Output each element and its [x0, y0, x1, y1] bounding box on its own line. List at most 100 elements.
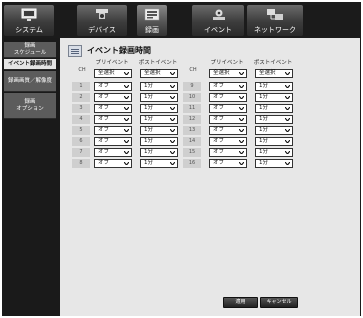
- chevron-down-icon: [285, 151, 290, 154]
- pre-event-dropdown[interactable]: オフ: [209, 104, 247, 113]
- chevron-down-icon: [239, 72, 244, 75]
- dropdown-value: オフ: [213, 160, 225, 166]
- top-menu-bar: システム デバイス 録画 イベント ネットワーク: [2, 2, 361, 38]
- pre-event-dropdown[interactable]: オフ: [209, 126, 247, 135]
- table-row: 14 オフ 1分: [60, 137, 360, 146]
- post-event-dropdown[interactable]: 1分: [255, 137, 293, 146]
- dropdown-value: オフ: [213, 83, 225, 89]
- camera-icon: [96, 9, 108, 19]
- tab-label: イベント: [204, 26, 232, 34]
- tab-event[interactable]: イベント: [192, 5, 244, 36]
- dropdown-value: 1分: [259, 127, 268, 133]
- main-panel: イベント録画時間 CH プリイベント ポストイベント 全選択 全選択 CH プリ…: [60, 38, 360, 316]
- sidebar-item-record-schedule[interactable]: 録画 スケジュール: [4, 42, 56, 58]
- table-row: 10 オフ 1分: [60, 93, 360, 102]
- apply-button[interactable]: 適用: [223, 297, 258, 308]
- dropdown-value: 1分: [259, 160, 268, 166]
- chevron-down-icon: [239, 85, 244, 88]
- table-row: 16 オフ 1分: [60, 159, 360, 168]
- sidebar: 録画 スケジュール イベント録画時間 録画画質／解像度 録画 オプション: [2, 38, 58, 316]
- pre-event-all-dropdown[interactable]: 全選択: [209, 69, 247, 78]
- post-event-header: ポストイベント: [138, 60, 178, 66]
- dropdown-value: 1分: [259, 149, 268, 155]
- post-event-dropdown[interactable]: 1分: [255, 93, 293, 102]
- sidebar-item-record-option[interactable]: 録画 オプション: [4, 93, 56, 119]
- dvr-settings-window: システム デバイス 録画 イベント ネットワーク 録画 スケジュール イベント録…: [2, 2, 361, 316]
- dropdown-value: 全選択: [98, 70, 115, 76]
- tab-label: システム: [15, 26, 43, 34]
- chevron-down-icon: [285, 140, 290, 143]
- dropdown-value: オフ: [213, 149, 225, 155]
- chevron-down-icon: [124, 72, 129, 75]
- channel-number: 9: [183, 82, 201, 91]
- channel-number: 13: [183, 126, 201, 135]
- chevron-down-icon: [239, 107, 244, 110]
- sidebar-item-event-record-time[interactable]: イベント録画時間: [4, 59, 56, 70]
- dropdown-value: オフ: [213, 116, 225, 122]
- chevron-down-icon: [239, 162, 244, 165]
- dropdown-value: オフ: [213, 127, 225, 133]
- table-row: 9 オフ 1分: [60, 82, 360, 91]
- tab-system[interactable]: システム: [4, 5, 54, 36]
- channel-number: 11: [183, 104, 201, 113]
- chevron-down-icon: [239, 118, 244, 121]
- table-row: 15 オフ 1分: [60, 148, 360, 157]
- chevron-down-icon: [239, 151, 244, 154]
- dropdown-value: オフ: [213, 138, 225, 144]
- recorder-icon: [144, 8, 160, 21]
- tab-device[interactable]: デバイス: [77, 5, 127, 36]
- pre-event-dropdown[interactable]: オフ: [209, 82, 247, 91]
- post-event-dropdown[interactable]: 1分: [255, 148, 293, 157]
- pre-event-dropdown[interactable]: オフ: [209, 115, 247, 124]
- chevron-down-icon: [285, 85, 290, 88]
- tab-record[interactable]: 録画: [137, 5, 167, 36]
- table-row: 13 オフ 1分: [60, 126, 360, 135]
- chevron-down-icon: [239, 96, 244, 99]
- chevron-down-icon: [239, 140, 244, 143]
- pre-event-dropdown[interactable]: オフ: [209, 159, 247, 168]
- post-event-dropdown[interactable]: 1分: [255, 82, 293, 91]
- dropdown-value: 全選択: [144, 70, 161, 76]
- dropdown-value: オフ: [213, 105, 225, 111]
- dropdown-value: 1分: [259, 105, 268, 111]
- pre-event-header: プリイベント: [95, 60, 129, 66]
- post-event-header: ポストイベント: [253, 60, 293, 66]
- chevron-down-icon: [239, 129, 244, 132]
- chevron-down-icon: [285, 129, 290, 132]
- cancel-button[interactable]: キャンセル: [260, 297, 298, 308]
- dropdown-value: オフ: [213, 94, 225, 100]
- post-event-dropdown[interactable]: 1分: [255, 159, 293, 168]
- pre-event-dropdown[interactable]: オフ: [209, 137, 247, 146]
- dropdown-value: 1分: [259, 138, 268, 144]
- chevron-down-icon: [170, 72, 175, 75]
- tab-label: ネットワーク: [254, 26, 296, 34]
- dropdown-value: 1分: [259, 94, 268, 100]
- post-event-all-dropdown[interactable]: 全選択: [255, 69, 293, 78]
- chevron-down-icon: [285, 107, 290, 110]
- dropdown-value: 全選択: [259, 70, 276, 76]
- dropdown-value: 全選択: [213, 70, 230, 76]
- page-title: イベント録画時間: [87, 46, 151, 55]
- chevron-down-icon: [285, 96, 290, 99]
- ch-header: CH: [189, 67, 197, 73]
- ch-header: CH: [78, 67, 86, 73]
- post-event-all-dropdown[interactable]: 全選択: [140, 69, 178, 78]
- channel-number: 12: [183, 115, 201, 124]
- tab-network[interactable]: ネットワーク: [247, 5, 303, 36]
- pre-event-dropdown[interactable]: オフ: [209, 148, 247, 157]
- tab-label: 録画: [145, 26, 159, 34]
- post-event-dropdown[interactable]: 1分: [255, 115, 293, 124]
- dropdown-value: 1分: [259, 83, 268, 89]
- channel-number: 10: [183, 93, 201, 102]
- tab-label: デバイス: [88, 26, 116, 34]
- pre-event-all-dropdown[interactable]: 全選択: [94, 69, 132, 78]
- channel-number: 15: [183, 148, 201, 157]
- pre-event-dropdown[interactable]: オフ: [209, 93, 247, 102]
- post-event-dropdown[interactable]: 1分: [255, 126, 293, 135]
- sidebar-item-record-quality[interactable]: 録画画質／解像度: [4, 71, 56, 92]
- post-event-dropdown[interactable]: 1分: [255, 104, 293, 113]
- monitor-icon: [21, 8, 37, 21]
- event-camera-icon: [213, 9, 225, 20]
- pre-event-header: プリイベント: [210, 60, 244, 66]
- chevron-down-icon: [285, 72, 290, 75]
